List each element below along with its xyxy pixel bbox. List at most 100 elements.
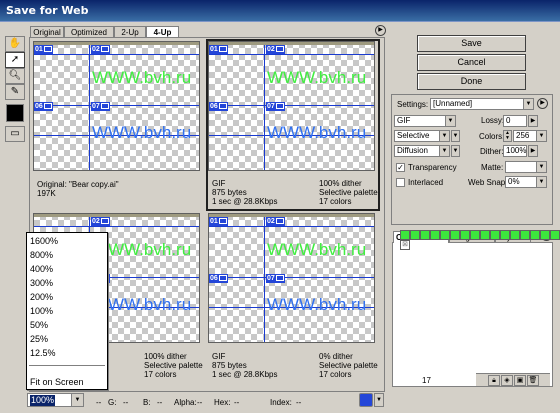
color-swatch[interactable]	[530, 230, 540, 240]
color-swatch[interactable]	[500, 230, 510, 240]
title-bar[interactable]: Save for Web	[0, 0, 560, 22]
eyedropper-color-swatch[interactable]	[6, 104, 24, 122]
zoom-menu-item[interactable]: 400%	[30, 264, 53, 275]
slice-01: 01	[34, 45, 53, 54]
transparency-checkbox[interactable]: ✓	[396, 163, 405, 172]
view-menu-arrow-icon[interactable]: ▶	[375, 25, 386, 36]
dither-algo-arrow-icon[interactable]: ▼	[451, 145, 460, 157]
trash-icon[interactable]: 🗑︎	[527, 375, 539, 386]
color-swatch[interactable]	[480, 230, 490, 240]
toggle-slices-icon[interactable]: ▭	[5, 126, 25, 142]
new-color-icon[interactable]: ▣	[514, 375, 526, 386]
websnap-field[interactable]: 0% ▼	[505, 176, 547, 188]
preview-pane-optimized-1[interactable]: 01 02 06 07 WWW.bvh.ru WWW.bvh.ru GIF 87…	[206, 39, 380, 211]
pane-info-right: 0% dither Selective palette 17 colors	[319, 352, 378, 379]
watermark-text: WWW.bvh.ru	[267, 240, 367, 259]
alpha-value: --	[197, 398, 203, 407]
settings-menu-arrow-icon[interactable]: ▶	[537, 98, 548, 109]
zoom-menu-fit-on-screen[interactable]: Fit on Screen	[30, 377, 84, 388]
zoom-dropdown-menu: 1600% 800% 400% 300% 200% 100% 50% 25% 1…	[26, 232, 108, 390]
slice-02: 02	[91, 45, 110, 54]
settings-label: Settings:	[397, 100, 429, 109]
format-select[interactable]: GIF ▼	[394, 115, 456, 127]
chevron-down-icon: ▼	[523, 99, 533, 109]
preview-pane-original[interactable]: 01 02 06 07 WWW.bvh.ru WWW.bvh.ru Origin…	[33, 41, 203, 209]
pane-info-right: 100% dither Selective palette 17 colors	[144, 352, 203, 379]
zoom-menu-item[interactable]: 25%	[30, 334, 48, 345]
lossy-label: Lossy:	[481, 116, 505, 125]
cancel-button[interactable]: Cancel	[417, 54, 526, 71]
done-button[interactable]: Done	[417, 73, 526, 90]
color-swatch[interactable]	[440, 230, 450, 240]
watermark-text: WWW.bvh.ru	[267, 123, 367, 142]
dither-label: Dither:	[480, 147, 504, 156]
preview-in-browser-icon[interactable]	[359, 393, 373, 407]
color-table-toolbar: 🔒︎ ◈ ▣ 🗑︎	[476, 373, 550, 386]
color-swatch[interactable]	[410, 230, 420, 240]
zoom-menu-item[interactable]: 100%	[30, 306, 53, 317]
settings-group	[391, 94, 553, 225]
lock-color-icon[interactable]: 🔒︎	[488, 375, 500, 386]
zoom-select[interactable]: 100% ▼	[27, 393, 84, 407]
color-swatch[interactable]	[490, 230, 500, 240]
palette-arrow-icon[interactable]: ▼	[451, 130, 460, 142]
colors-stepper-icon[interactable]: ▲ ▼	[503, 130, 512, 142]
browser-dropdown-icon[interactable]: ▼	[374, 393, 384, 407]
color-swatch[interactable]	[550, 230, 560, 240]
menu-divider	[29, 365, 105, 366]
color-swatch[interactable]	[430, 230, 440, 240]
colors-field[interactable]: 256 ▼	[513, 130, 547, 142]
eyedropper-tool-icon[interactable]: ✎	[5, 84, 25, 100]
preview-pane-optimized-3[interactable]: 01 02 06 07 WWW.bvh.ru WWW.bvh.ru GIF 87…	[208, 213, 380, 383]
save-button[interactable]: Save	[417, 35, 526, 52]
watermark-text: WWW.bvh.ru	[92, 123, 192, 142]
dither-slider-arrow-icon[interactable]: ▶	[528, 145, 538, 157]
interlaced-checkbox[interactable]	[396, 178, 405, 187]
pane-info-left: Original: "Bear copy.ai" 197K	[37, 180, 119, 198]
zoom-menu-item[interactable]: 12.5%	[30, 348, 56, 359]
lossy-slider-arrow-icon[interactable]: ▶	[528, 115, 538, 127]
color-swatch[interactable]	[460, 230, 470, 240]
chevron-down-icon: ▼	[536, 131, 546, 141]
color-swatch[interactable]	[470, 230, 480, 240]
chevron-down-icon: ▼	[71, 394, 83, 406]
slice-02: 02	[91, 217, 110, 226]
slice-07: 07	[91, 102, 110, 111]
color-swatch[interactable]	[520, 230, 530, 240]
lossy-field[interactable]: 0	[503, 115, 527, 127]
web-shift-icon[interactable]: ◈	[501, 375, 513, 386]
hex-label: Hex:	[214, 398, 231, 407]
zoom-menu-item[interactable]: 50%	[30, 320, 48, 331]
zoom-menu-item[interactable]: 800%	[30, 250, 53, 261]
zoom-menu-item[interactable]: 1600%	[30, 236, 58, 247]
websnap-label: Web Snap:	[468, 178, 508, 187]
chevron-down-icon: ▼	[536, 177, 546, 187]
zoom-menu-item[interactable]: 200%	[30, 292, 53, 303]
index-value: --	[296, 398, 302, 407]
chevron-down-icon: ▼	[536, 162, 546, 172]
color-table-panel	[392, 242, 553, 387]
color-swatch[interactable]	[400, 230, 410, 240]
color-swatch[interactable]	[540, 230, 550, 240]
transparent-swatch[interactable]: ⊠	[400, 240, 410, 250]
slice-select-tool-icon[interactable]: ➚	[5, 52, 25, 68]
color-swatch[interactable]	[450, 230, 460, 240]
slice-02: 02	[266, 45, 285, 54]
settings-preset-select[interactable]: [Unnamed] ▼	[430, 98, 534, 110]
b-label: B:	[143, 398, 151, 407]
transparency-label: Transparency	[408, 163, 457, 172]
b-value: --	[157, 398, 163, 407]
r-value: --	[96, 398, 102, 407]
matte-select[interactable]: ▼	[505, 161, 547, 173]
hand-tool-icon[interactable]: ✋	[5, 36, 25, 52]
color-swatch[interactable]	[420, 230, 430, 240]
slice-06: 06	[34, 102, 53, 111]
palette-select[interactable]: Selective ▼	[394, 130, 450, 142]
dither-algorithm-select[interactable]: Diffusion ▼	[394, 145, 450, 157]
color-swatch[interactable]	[510, 230, 520, 240]
window-title: Save for Web	[6, 4, 89, 17]
dither-field[interactable]: 100%	[503, 145, 527, 157]
zoom-tool-icon[interactable]: 🔍︎	[5, 68, 25, 84]
zoom-menu-item[interactable]: 300%	[30, 278, 53, 289]
chevron-down-icon: ▼	[445, 116, 455, 126]
